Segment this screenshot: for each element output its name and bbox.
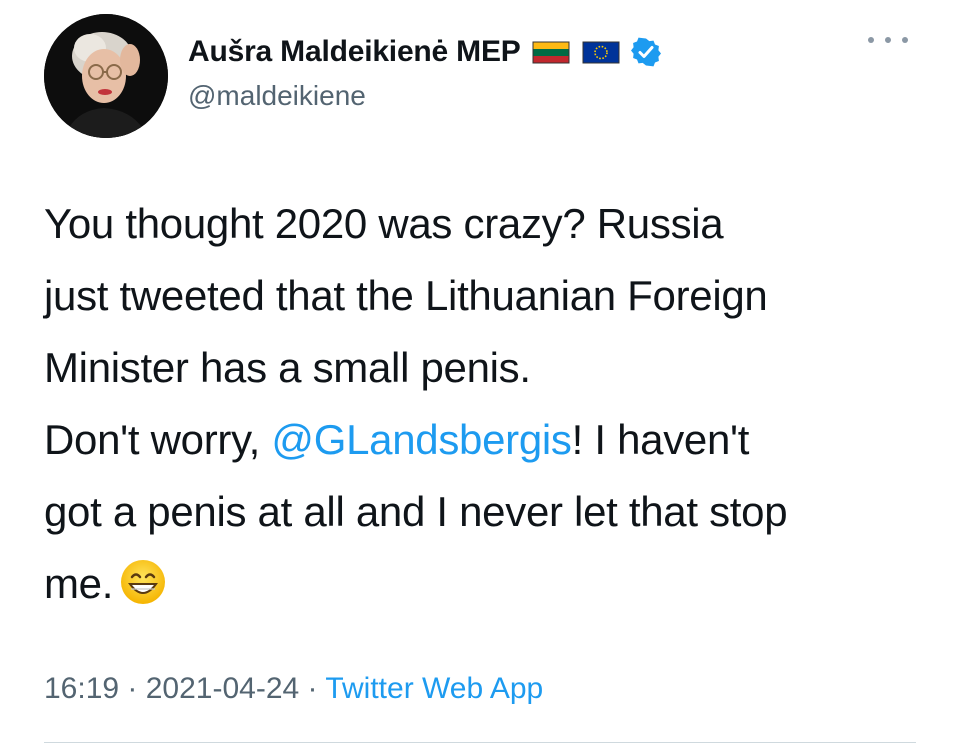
eu-flag-icon <box>581 38 621 66</box>
meta-separator: · <box>119 672 146 705</box>
tweet-text: You thought 2020 was crazy? Russia just … <box>44 188 924 620</box>
tweet: Aušra Maldeikienė MEP @maldeikiene You t… <box>0 0 960 752</box>
tweet-text-segment: ! I haven't <box>571 416 750 463</box>
verified-badge-icon <box>630 37 661 67</box>
more-dot <box>902 37 908 43</box>
author-row: Aušra Maldeikienė MEP <box>188 30 661 74</box>
more-dot <box>885 37 891 43</box>
tweet-date[interactable]: 2021-04-24 <box>146 672 299 705</box>
grinning-face-emoji-icon <box>119 556 167 604</box>
divider <box>44 742 916 743</box>
lithuania-flag-icon <box>531 38 571 66</box>
avatar-image <box>44 14 168 138</box>
mention-link[interactable]: @GLandsbergis <box>271 416 572 463</box>
tweet-line: Don't worry, @GLandsbergis! I haven't <box>44 404 924 476</box>
tweet-line: just tweeted that the Lithuanian Foreign <box>44 272 768 319</box>
tweet-line: me. <box>44 548 924 620</box>
avatar[interactable] <box>44 14 168 138</box>
more-options-icon[interactable] <box>868 28 908 52</box>
tweet-line: Minister has a small penis. <box>44 344 531 391</box>
author-handle[interactable]: @maldeikiene <box>188 80 366 112</box>
meta-separator: · <box>299 672 326 705</box>
tweet-line: got a penis at all and I never let that … <box>44 488 788 535</box>
tweet-text-segment: Don't worry, <box>44 416 272 463</box>
tweet-source-link[interactable]: Twitter Web App <box>325 672 543 705</box>
tweet-time[interactable]: 16:19 <box>44 672 119 705</box>
tweet-text-segment: me. <box>44 560 114 607</box>
tweet-line: You thought 2020 was crazy? Russia <box>44 200 724 247</box>
tweet-meta: 16:19 · 2021-04-24 · Twitter Web App <box>44 672 543 706</box>
display-name[interactable]: Aušra Maldeikienė MEP <box>188 35 521 69</box>
more-dot <box>868 37 874 43</box>
